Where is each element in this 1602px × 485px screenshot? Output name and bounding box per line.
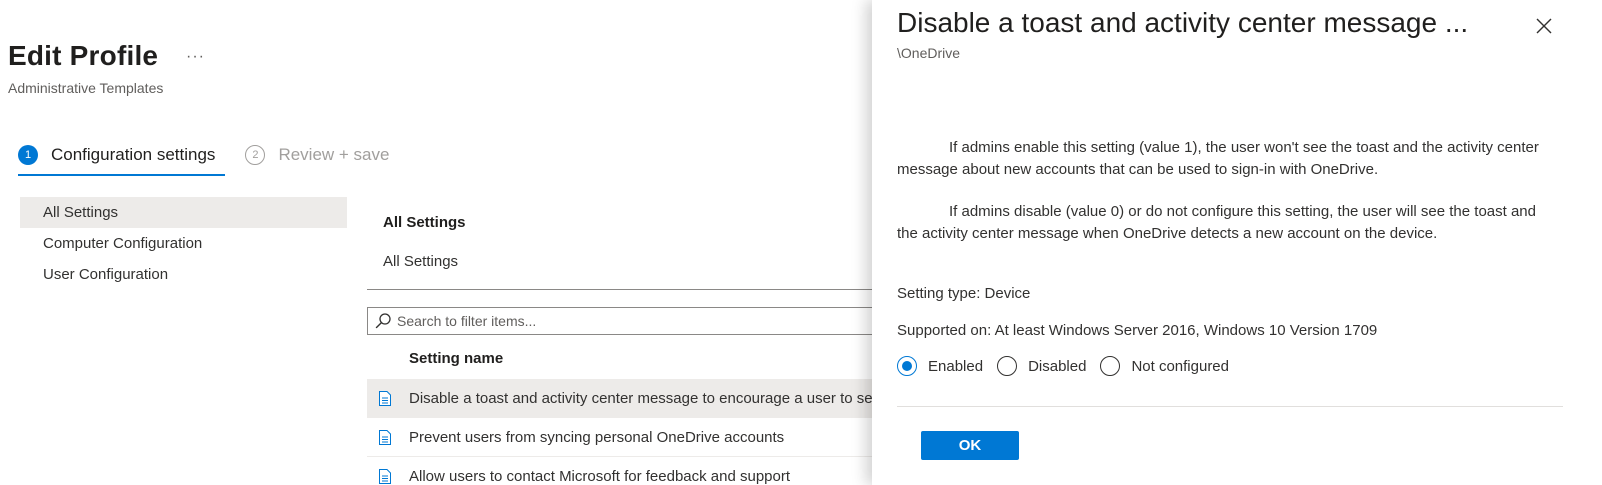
panel-subtitle: \OneDrive: [897, 45, 961, 61]
description-disabled: If admins disable (value 0) or do not co…: [897, 203, 1536, 242]
radio-label-enabled: Enabled: [928, 357, 984, 375]
row-label: Prevent users from syncing personal OneD…: [409, 428, 785, 446]
content-divider: [367, 289, 895, 290]
radio-circle[interactable]: [1100, 356, 1121, 376]
description-enabled: If admins enable this setting (value 1),…: [897, 139, 1539, 178]
setting-detail-panel: Disable a toast and activity center mess…: [872, 0, 1602, 485]
radio-label-disabled: Disabled: [1028, 357, 1087, 375]
step-label-configuration: Configuration settings: [51, 145, 216, 164]
settings-list: Disable a toast and activity center mess…: [367, 379, 895, 485]
more-icon[interactable]: ···: [186, 48, 205, 66]
panel-divider: [897, 406, 1563, 407]
document-icon: [379, 468, 391, 484]
search-box[interactable]: [367, 307, 895, 335]
document-icon: [379, 390, 391, 406]
settings-nav: All Settings Computer Configuration User…: [20, 197, 347, 290]
table-row[interactable]: Allow users to contact Microsoft for fee…: [367, 457, 895, 485]
radio-label-not-configured: Not configured: [1131, 357, 1229, 375]
table-row[interactable]: Disable a toast and activity center mess…: [367, 379, 895, 418]
radio-not-configured[interactable]: Not configured: [1100, 356, 1229, 376]
panel-title: Disable a toast and activity center mess…: [897, 7, 1469, 38]
step-number-1: 1: [18, 145, 38, 165]
step-label-review: Review + save: [278, 145, 390, 164]
page-title: Edit Profile: [8, 40, 159, 71]
edit-profile-page: Edit Profile ··· Administrative Template…: [0, 0, 895, 485]
row-label: Allow users to contact Microsoft for fee…: [409, 467, 791, 485]
column-header-setting-name[interactable]: Setting name: [409, 350, 503, 367]
document-icon: [379, 429, 391, 445]
radio-circle[interactable]: [897, 356, 917, 376]
active-step-underline: [18, 174, 225, 176]
nav-item-user-configuration[interactable]: User Configuration: [20, 259, 347, 290]
search-icon: [375, 313, 391, 329]
radio-disabled[interactable]: Disabled: [997, 356, 1086, 376]
row-label: Disable a toast and activity center mess…: [409, 389, 895, 407]
nav-item-computer-configuration[interactable]: Computer Configuration: [20, 228, 347, 259]
nav-item-all-settings[interactable]: All Settings: [20, 197, 347, 228]
step-number-2: 2: [245, 145, 266, 165]
setting-type: Setting type: Device: [897, 285, 1031, 302]
setting-state-radio-group: Enabled Disabled Not configured: [897, 356, 1243, 376]
wizard-steps: 1 Configuration settings 2 Review + save: [18, 144, 419, 178]
wizard-step-configuration[interactable]: 1 Configuration settings: [18, 144, 215, 166]
page-subtitle: Administrative Templates: [8, 80, 164, 96]
table-row[interactable]: Prevent users from syncing personal OneD…: [367, 418, 895, 457]
close-icon[interactable]: [1536, 18, 1552, 34]
content-heading: All Settings: [383, 214, 466, 231]
supported-on: Supported on: At least Windows Server 20…: [897, 322, 1378, 339]
radio-enabled[interactable]: Enabled: [897, 356, 983, 376]
search-input[interactable]: [397, 313, 877, 329]
wizard-step-review[interactable]: 2 Review + save: [245, 144, 389, 166]
radio-circle[interactable]: [997, 356, 1018, 376]
breadcrumb[interactable]: All Settings: [383, 253, 458, 270]
ok-button[interactable]: OK: [921, 431, 1019, 460]
